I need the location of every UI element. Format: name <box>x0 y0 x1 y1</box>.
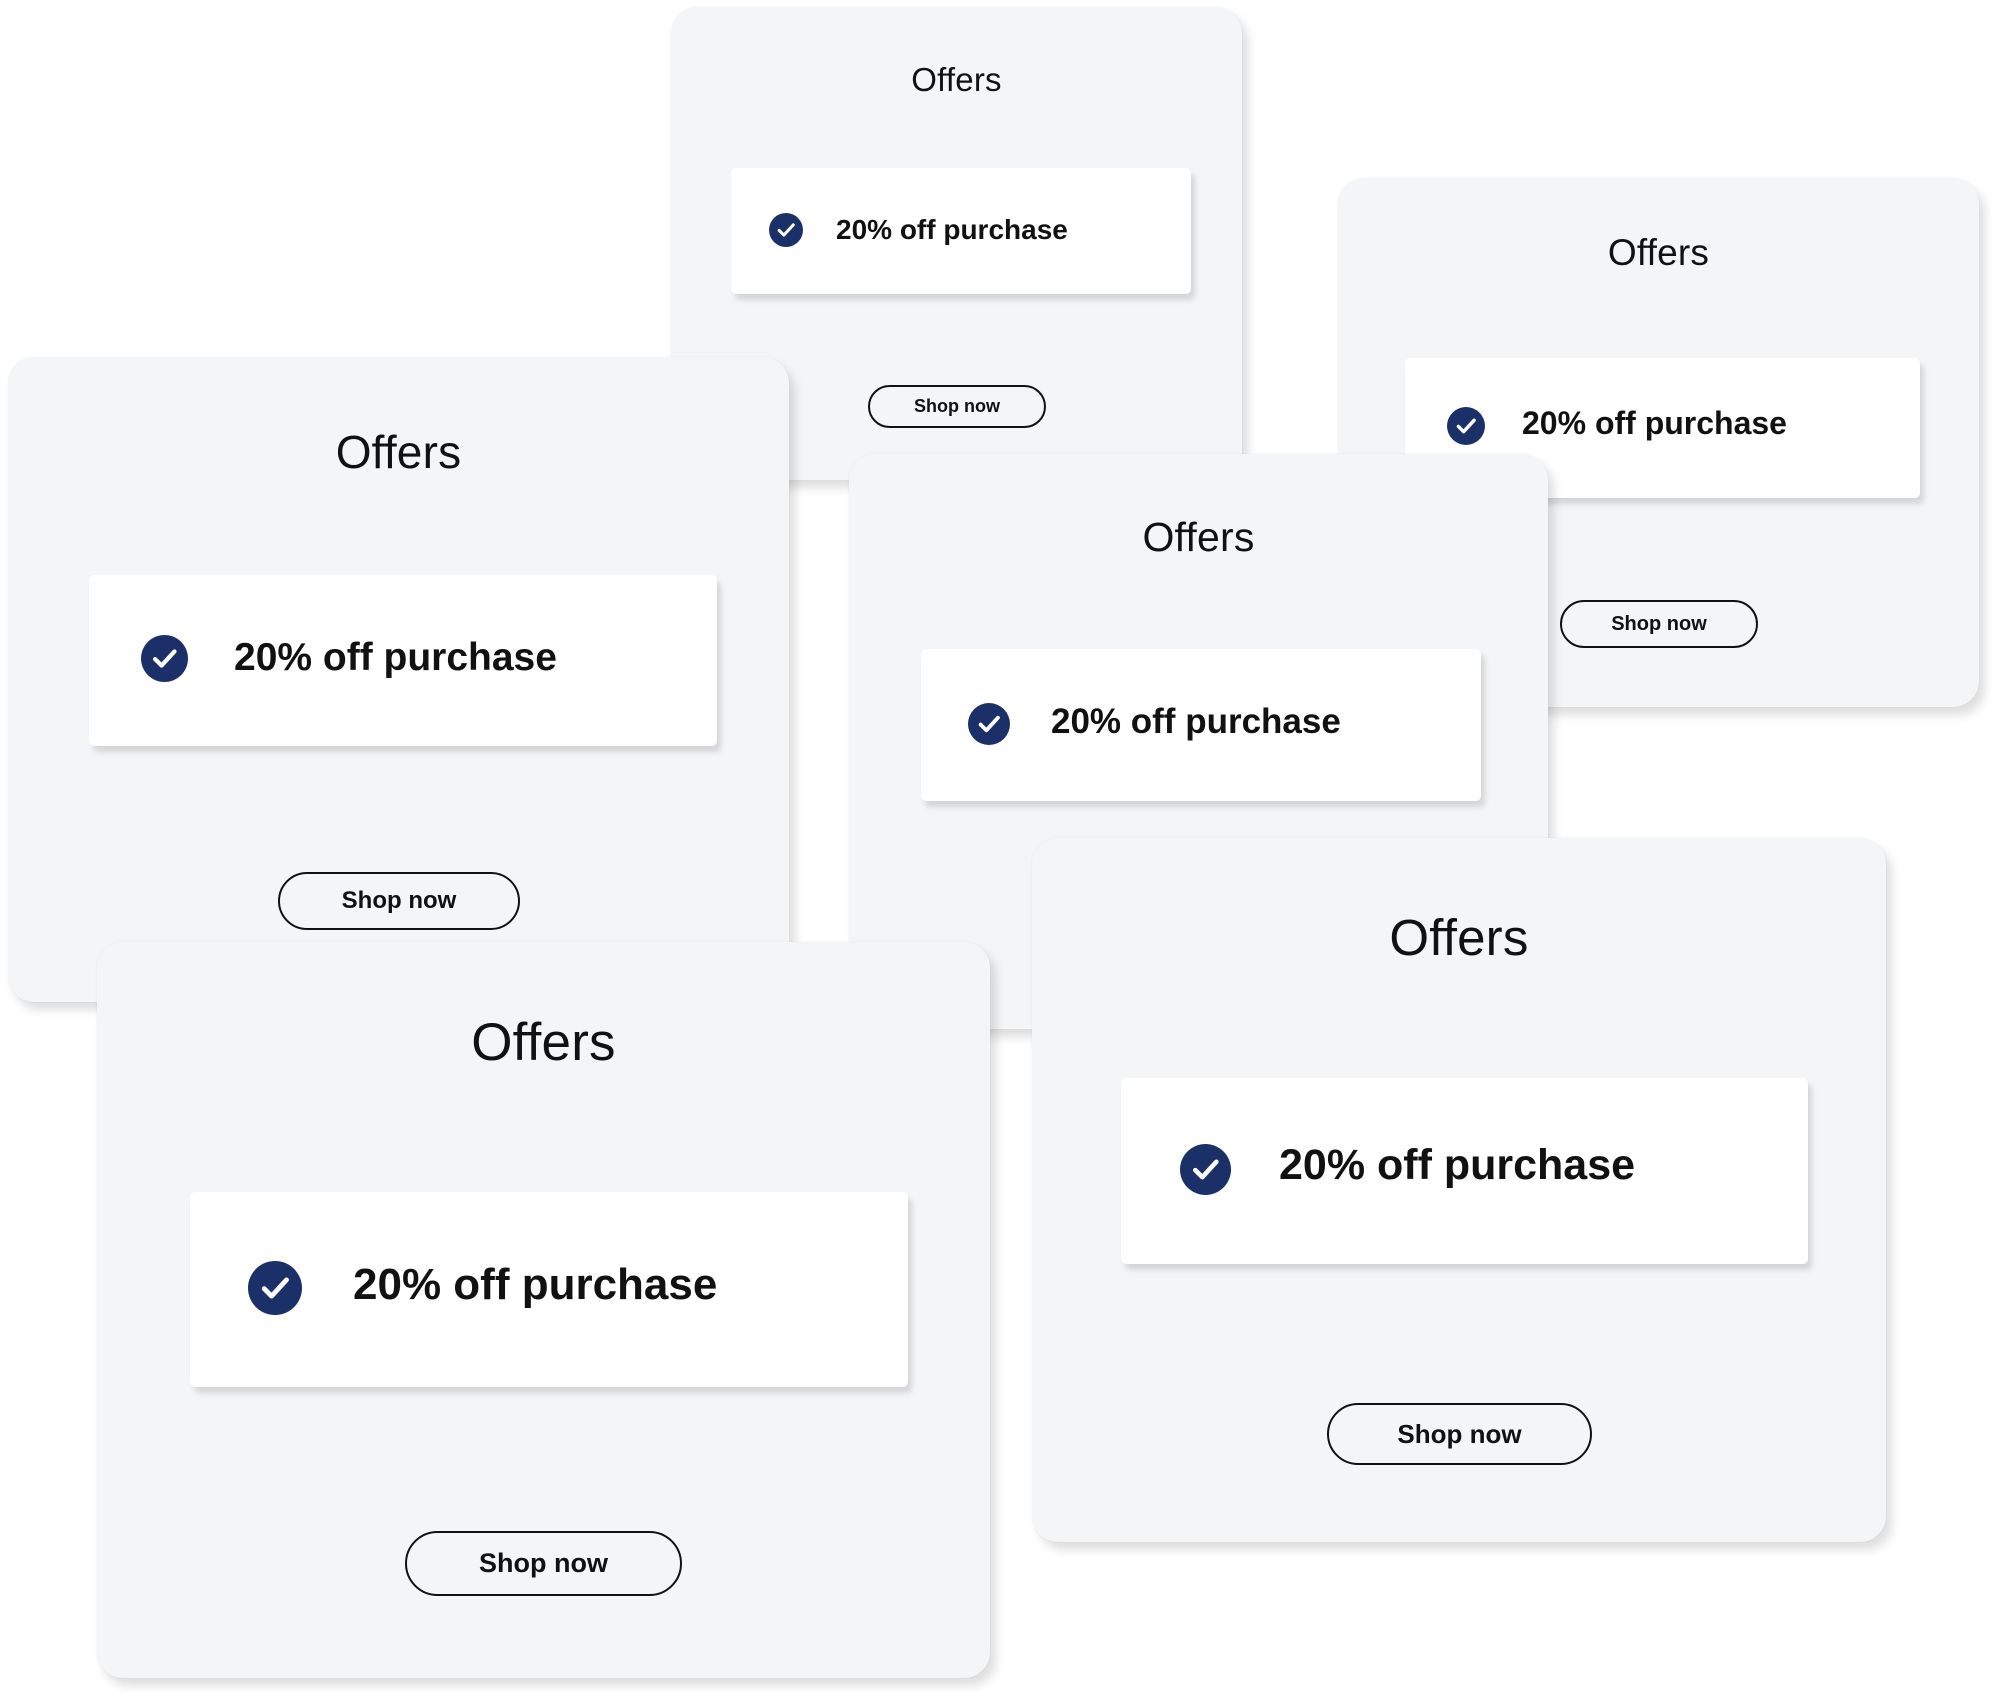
offer-label: 20% off purchase <box>1279 1141 1636 1189</box>
offer-label: 20% off purchase <box>353 1260 718 1309</box>
offer-item[interactable]: 20% off purchase <box>190 1192 908 1387</box>
offer-label: 20% off purchase <box>836 214 1068 245</box>
shop-now-button[interactable]: Shop now <box>278 872 520 930</box>
check-circle-icon <box>141 635 188 682</box>
card-title: Offers <box>471 1013 616 1072</box>
offer-label: 20% off purchase <box>1522 405 1787 441</box>
shop-now-button[interactable]: Shop now <box>1327 1403 1592 1465</box>
shop-now-button[interactable]: Shop now <box>405 1531 682 1596</box>
check-circle-icon <box>769 213 803 247</box>
card-title: Offers <box>911 61 1002 98</box>
check-circle-icon <box>248 1261 302 1315</box>
offer-item[interactable]: 20% off purchase <box>731 168 1191 294</box>
check-circle-icon <box>1180 1144 1231 1195</box>
card-title: Offers <box>1607 232 1710 273</box>
check-circle-icon <box>968 703 1010 745</box>
offer-item[interactable]: 20% off purchase <box>89 575 717 746</box>
check-circle-icon <box>1447 407 1485 445</box>
card-title: Offers <box>1142 514 1255 560</box>
offers-card: Offers 20% off purchase Shop now <box>1032 838 1886 1542</box>
offer-item[interactable]: 20% off purchase <box>921 649 1481 801</box>
shop-now-button[interactable]: Shop now <box>1560 600 1758 648</box>
shop-now-button[interactable]: Shop now <box>868 385 1046 428</box>
offers-card: Offers 20% off purchase Shop now <box>8 357 789 1002</box>
offer-item[interactable]: 20% off purchase <box>1121 1078 1808 1264</box>
offer-label: 20% off purchase <box>234 636 557 679</box>
card-title: Offers <box>1389 909 1529 966</box>
offers-card: Offers 20% off purchase Shop now <box>97 942 990 1678</box>
offer-label: 20% off purchase <box>1051 702 1341 741</box>
card-title: Offers <box>335 426 462 478</box>
